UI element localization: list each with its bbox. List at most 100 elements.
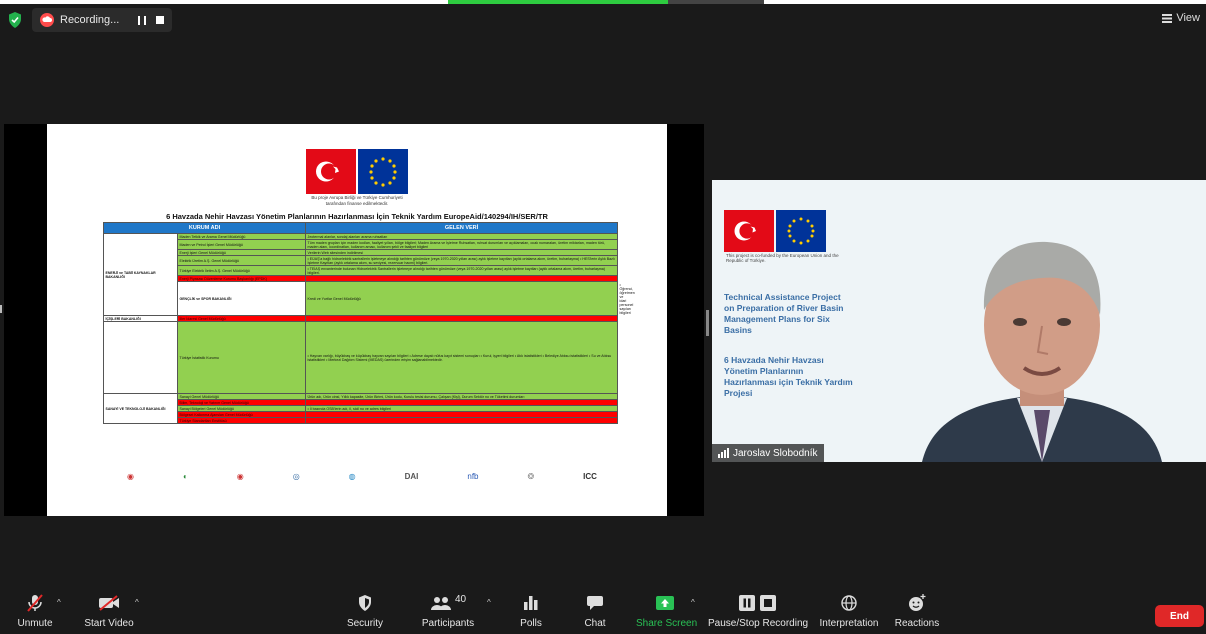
share-options-caret[interactable]: ^	[691, 598, 695, 607]
institution-cell: Türkiye Standartları Enstitüsü	[176, 417, 307, 424]
chat-bubble-icon	[587, 596, 603, 610]
dsi-logo: ◐	[182, 471, 188, 481]
icc-logo: ICC	[583, 471, 597, 481]
ministry-logo: ◉	[127, 471, 134, 481]
received-data-cell: • Hayvan varlığı, büyükbaş ve küçükbaş h…	[305, 321, 619, 394]
table-row: Türkiye Elektrik İletim A.Ş. Genel Müdür…	[104, 265, 619, 276]
nfb-logo: nfb	[467, 471, 479, 481]
project-title-en: Technical Assistance Project on Preparat…	[724, 292, 844, 335]
ministry-cell	[103, 321, 178, 394]
grid-view-icon	[1162, 13, 1173, 23]
security-button[interactable]: Security	[344, 590, 386, 629]
table-header-row: KURUM ADI GELEN VERİ	[102, 222, 619, 234]
participants-button[interactable]: 40 Participants	[419, 590, 477, 630]
institution-cell: Maden ve Petrol İşleri Genel Müdürlüğü	[176, 239, 307, 250]
presentation-slide: Bu proje Avrupa Birliği ve Türkiye Cumhu…	[47, 124, 667, 516]
institution-cell: Kredi ve Yurtlar Genel Müdürlüğü	[305, 281, 619, 316]
participant-name: Jaroslav Slobodník	[733, 447, 818, 459]
video-camera-off-icon	[99, 595, 119, 611]
participant-person-image	[922, 241, 1162, 462]
interpretation-button[interactable]: Interpretation	[818, 590, 880, 629]
ecology-logo: ◍	[348, 471, 356, 481]
view-button[interactable]: View	[1162, 12, 1200, 24]
stop-recording-icon[interactable]	[156, 15, 164, 24]
unmute-label: Unmute	[17, 618, 53, 629]
dai-logo: DAI	[404, 471, 419, 481]
recording-label: Recording...	[60, 14, 120, 26]
project-title-tr: 6 Havzada Nehir Havzası Yönetim Planları…	[724, 355, 853, 398]
top-strip	[0, 0, 1206, 4]
share-screen-label: Share Screen	[636, 618, 698, 629]
header-veri: GELEN VERİ	[305, 222, 619, 234]
flag-caption-line2: tarafından finanse edilmektedir.	[325, 201, 389, 206]
microphone-muted-icon	[27, 594, 43, 612]
view-label: View	[1176, 12, 1200, 24]
sharing-indicator-bar[interactable]	[448, 0, 668, 4]
participant-name-bar: Jaroslav Slobodník	[712, 444, 824, 462]
meeting-toolbar: Unmute ^ Start Video ^ Security 40 Parti…	[0, 590, 1206, 634]
cofunding-caption: This project is co-funded by the Europea…	[726, 253, 839, 263]
polls-icon	[524, 596, 538, 610]
cloud-record-icon	[40, 13, 54, 27]
table-row: Türkiye Standartları Enstitüsü	[104, 417, 619, 424]
participants-options-caret[interactable]: ^	[487, 598, 491, 607]
interpretation-label: Interpretation	[819, 618, 879, 629]
recording-indicator: Recording...	[32, 8, 172, 32]
polls-label: Polls	[520, 618, 542, 629]
start-video-label: Start Video	[84, 618, 134, 629]
security-shield-icon	[359, 595, 371, 611]
end-meeting-button[interactable]: End	[1155, 605, 1204, 627]
received-data-cell: • TEİAŞ envanterinde bulunan Hidroelektr…	[305, 265, 619, 276]
received-data-cell	[305, 417, 619, 424]
table-row: GENÇLİK ve SPOR BAKANLIĞI Kredi ve Yurtla…	[176, 281, 635, 316]
slide-title: 6 Havzada Nehir Havzası Yönetim Planları…	[166, 212, 548, 221]
institution-cell: Türkiye Elektrik İletim A.Ş. Genel Müdür…	[176, 265, 307, 276]
ministry-cell: GENÇLİK ve SPOR BAKANLIĞI	[176, 281, 307, 316]
signal-strength-icon	[718, 448, 729, 458]
start-video-button[interactable]: Start Video	[82, 590, 136, 629]
un-logo: ◎	[292, 471, 300, 481]
ministry-cell: SANAYİ VE TEKNOLOJİ BAKANLIĞI	[103, 393, 178, 424]
sharing-indicator-bar-end[interactable]	[668, 0, 764, 4]
pause-stop-icon	[739, 595, 776, 611]
participants-label: Participants	[421, 618, 475, 629]
flag-caption: Bu proje Avrupa Birliği ve Türkiye Cumhu…	[247, 195, 467, 207]
share-screen-button[interactable]: Share Screen	[636, 590, 698, 629]
left-scroll-handle[interactable]	[0, 305, 2, 313]
polls-button[interactable]: Polls	[516, 590, 546, 629]
participants-count: 40	[454, 593, 467, 605]
partner-logos: ◉ ◐ ◉ ◎ ◍ DAI nfb ❂ ICC	[127, 470, 597, 482]
split-divider[interactable]	[706, 310, 709, 336]
encryption-shield-icon[interactable]	[8, 12, 22, 28]
share-screen-icon	[656, 596, 674, 610]
institution-cell: Türkiye İstatistik Kurumu	[176, 321, 307, 394]
unmute-button[interactable]: Unmute	[10, 590, 60, 629]
tr-eu-flags-logo	[306, 149, 408, 194]
pause-recording-icon[interactable]	[138, 15, 146, 25]
audio-options-caret[interactable]: ^	[57, 598, 61, 607]
institution-cell: Elektrik Üretim A.Ş. Genel Müdürlüğü	[176, 255, 307, 266]
pause-stop-recording-button[interactable]: Pause/Stop Recording	[708, 590, 808, 629]
received-data-cell: • EÜAŞ'a bağlı hidroelektrik santralleri…	[305, 255, 619, 266]
participants-icon	[430, 597, 451, 610]
table-row: Maden ve Petrol İşleri Genel Müdürlüğü Tü…	[104, 239, 619, 250]
table-row: Türkiye İstatistik Kurumu • Hayvan varlığ…	[103, 321, 619, 394]
chat-button[interactable]: Chat	[582, 590, 608, 629]
ministry-cell: ENERJİ ve TABİİ KAYNAKLAR BAKANLIĞI	[103, 233, 178, 316]
data-table: KURUM ADI GELEN VERİ ENERJİ ve TABİİ KAY…	[102, 222, 635, 424]
participant-video-tile[interactable]: This project is co-funded by the Europea…	[712, 180, 1206, 462]
seal-logo: ❂	[527, 471, 535, 481]
reactions-label: Reactions	[894, 618, 940, 629]
ministry-logo-2: ◉	[236, 471, 244, 481]
received-data-cell: Tüm maden grupları için maden kodları, f…	[305, 239, 619, 250]
header-kurum: KURUM ADI	[102, 222, 307, 234]
tr-eu-flags-logo	[724, 210, 826, 252]
pause-stop-recording-label: Pause/Stop Recording	[708, 618, 809, 629]
table-row: Elektrik Üretim A.Ş. Genel Müdürlüğü • EÜ…	[104, 255, 619, 266]
security-label: Security	[346, 618, 384, 629]
shared-screen[interactable]: Bu proje Avrupa Birliği ve Türkiye Cumhu…	[4, 124, 704, 516]
chat-label: Chat	[584, 618, 606, 629]
smiley-add-icon	[909, 594, 926, 611]
reactions-button[interactable]: Reactions	[894, 590, 940, 629]
video-options-caret[interactable]: ^	[135, 598, 139, 607]
